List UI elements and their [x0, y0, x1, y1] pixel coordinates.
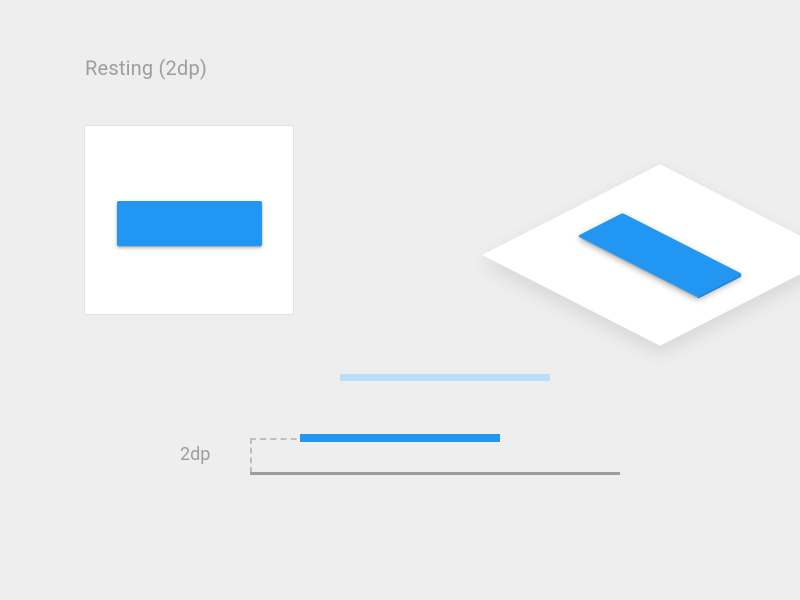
isometric-raised-button	[578, 213, 743, 297]
isometric-surface	[482, 164, 800, 345]
side-button-bar	[300, 434, 500, 442]
side-elevation-view: 2dp	[180, 374, 640, 504]
isometric-view	[390, 100, 740, 330]
side-surface-bar	[340, 374, 550, 381]
elevation-label: 2dp	[180, 444, 210, 465]
diagram-title: Resting (2dp)	[85, 56, 207, 80]
side-ground-line	[250, 472, 620, 475]
elevation-guide-vertical	[250, 438, 252, 473]
topdown-surface	[84, 125, 294, 315]
topdown-raised-button	[117, 201, 262, 246]
